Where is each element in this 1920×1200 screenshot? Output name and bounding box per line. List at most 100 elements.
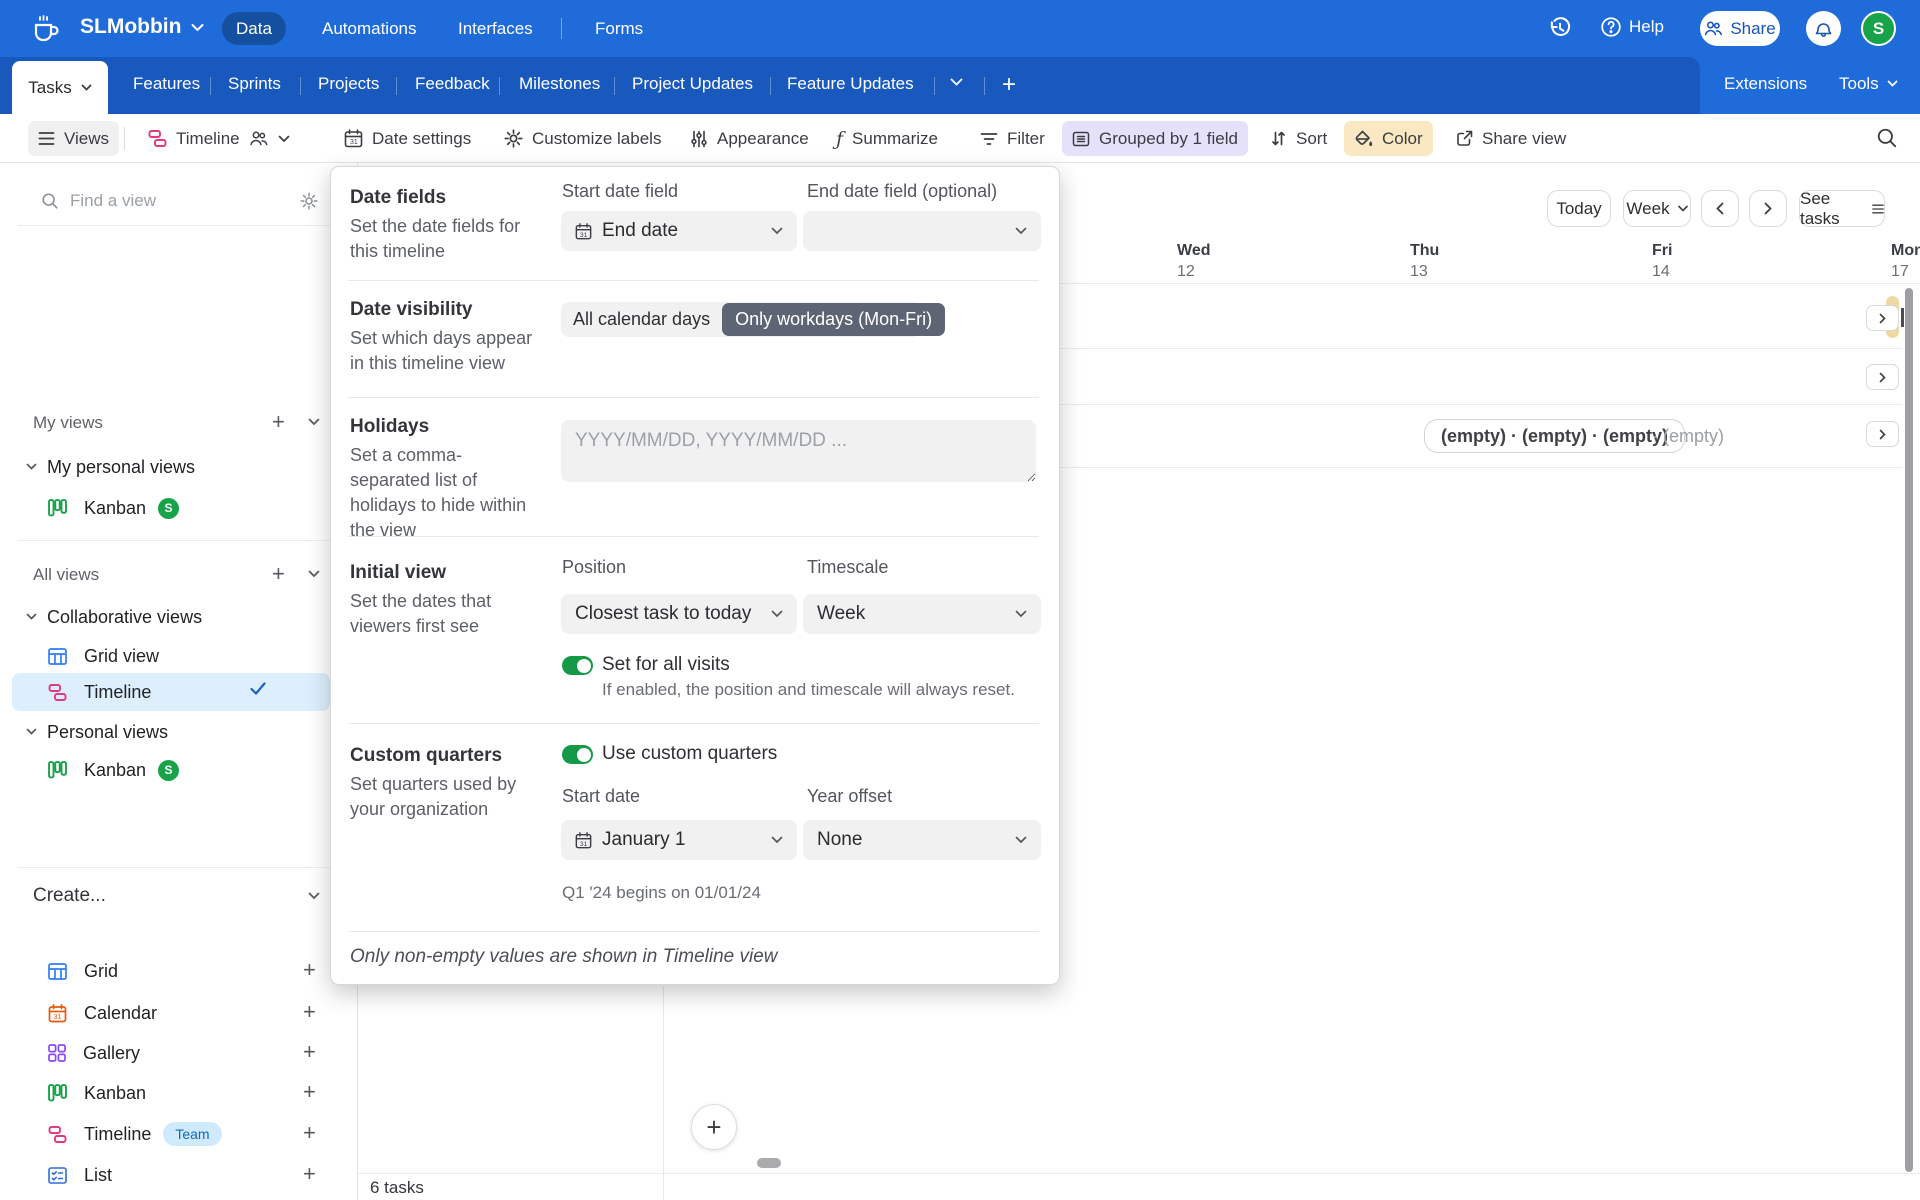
add-list-view-button[interactable]: + bbox=[303, 1163, 316, 1185]
list-view-icon bbox=[48, 1167, 67, 1184]
create-item-gallery[interactable]: Gallery + bbox=[0, 1034, 358, 1072]
group-button[interactable]: Grouped by 1 field bbox=[1062, 121, 1248, 156]
add-kanban-view-button[interactable]: + bbox=[303, 1081, 316, 1103]
prev-period-button[interactable] bbox=[1701, 190, 1739, 227]
view-item-label: Grid view bbox=[84, 646, 159, 667]
add-timeline-view-button[interactable]: + bbox=[303, 1122, 316, 1144]
holidays-textarea[interactable] bbox=[561, 420, 1036, 482]
tab-project-updates[interactable]: Project Updates bbox=[632, 74, 753, 94]
add-grid-view-button[interactable]: + bbox=[303, 959, 316, 981]
sort-button[interactable]: Sort bbox=[1260, 121, 1337, 156]
history-icon[interactable] bbox=[1548, 16, 1572, 40]
tab-tasks[interactable]: Tasks bbox=[12, 61, 108, 114]
find-view-input[interactable] bbox=[70, 191, 270, 211]
view-item-kanban-shared[interactable]: Kanban S bbox=[0, 751, 358, 789]
nav-item-interfaces[interactable]: Interfaces bbox=[444, 12, 547, 45]
set-for-all-visits-toggle[interactable] bbox=[562, 656, 593, 675]
date-settings-button[interactable]: 31 Date settings bbox=[334, 121, 481, 156]
tab-features[interactable]: Features bbox=[133, 74, 200, 94]
section-desc: Set the date fields for this timeline bbox=[350, 214, 542, 264]
start-date-label: Start date bbox=[562, 786, 640, 807]
summarize-button[interactable]: ƒ Summarize bbox=[826, 121, 948, 156]
end-date-field-select[interactable] bbox=[803, 211, 1041, 251]
add-my-view-button[interactable]: + bbox=[272, 411, 285, 433]
timescale-button[interactable]: Week bbox=[1623, 190, 1691, 227]
tab-projects[interactable]: Projects bbox=[318, 74, 379, 94]
tab-feature-updates[interactable]: Feature Updates bbox=[787, 74, 914, 94]
day-header-name: Wed bbox=[1177, 242, 1210, 260]
position-select[interactable]: Closest task to today bbox=[561, 594, 797, 634]
empty-group-pill[interactable]: (empty) · (empty) · (empty) bbox=[1424, 419, 1685, 453]
share-view-button[interactable]: Share view bbox=[1446, 121, 1576, 156]
add-record-fab[interactable]: + bbox=[691, 1104, 737, 1150]
expand-group-row-button[interactable] bbox=[1866, 364, 1899, 390]
add-view-button[interactable]: + bbox=[272, 563, 285, 585]
view-item-label: Timeline bbox=[84, 682, 151, 703]
workspace-logo-cup-icon[interactable] bbox=[30, 14, 62, 44]
add-gallery-view-button[interactable]: + bbox=[303, 1041, 316, 1063]
nav-item-forms[interactable]: Forms bbox=[581, 12, 657, 45]
add-calendar-view-button[interactable]: + bbox=[303, 1001, 316, 1023]
personal-view-badge: S bbox=[158, 498, 179, 519]
create-item-kanban[interactable]: Kanban + bbox=[0, 1074, 358, 1112]
current-view-menu[interactable]: Timeline bbox=[138, 121, 300, 156]
vertical-scrollbar[interactable] bbox=[1905, 288, 1913, 1172]
tab-tasks-label: Tasks bbox=[28, 78, 71, 98]
today-button[interactable]: Today bbox=[1547, 190, 1611, 227]
collapse-my-views-chevron-icon[interactable] bbox=[308, 418, 320, 426]
nav-item-data[interactable]: Data bbox=[222, 12, 286, 45]
tab-feedback[interactable]: Feedback bbox=[415, 74, 490, 94]
appearance-button[interactable]: Appearance bbox=[680, 121, 819, 156]
view-settings-gear-icon[interactable] bbox=[300, 192, 318, 210]
notifications-button[interactable] bbox=[1806, 11, 1841, 46]
create-item-list[interactable]: List + bbox=[0, 1156, 358, 1194]
view-item-timeline-selected[interactable]: Timeline bbox=[0, 673, 358, 711]
calendar-icon: 31 bbox=[575, 223, 592, 240]
extensions-button[interactable]: Extensions bbox=[1724, 74, 1807, 94]
views-sidebar-toggle-button[interactable]: Views bbox=[28, 121, 119, 156]
tab-sprints[interactable]: Sprints bbox=[228, 74, 281, 94]
share-button[interactable]: Share bbox=[1700, 11, 1780, 46]
start-date-field-label: Start date field bbox=[562, 181, 678, 202]
next-period-button[interactable] bbox=[1749, 190, 1787, 227]
expand-group-row-button[interactable] bbox=[1866, 421, 1899, 447]
create-item-calendar[interactable]: 31 Calendar + bbox=[0, 994, 358, 1032]
use-custom-quarters-toggle[interactable] bbox=[562, 745, 593, 764]
filter-button[interactable]: Filter bbox=[970, 121, 1055, 156]
view-item-kanban-personal[interactable]: Kanban S bbox=[0, 489, 358, 527]
customize-labels-button[interactable]: Customize labels bbox=[494, 121, 671, 156]
position-label: Position bbox=[562, 557, 626, 578]
group-my-personal-views[interactable]: My personal views bbox=[0, 448, 358, 486]
search-icon[interactable] bbox=[1876, 127, 1898, 149]
year-offset-select[interactable]: None bbox=[803, 820, 1041, 860]
quarter-start-date-select[interactable]: 31 January 1 bbox=[561, 820, 797, 860]
group-personal-views[interactable]: Personal views bbox=[0, 713, 358, 751]
option-only-workdays[interactable]: Only workdays (Mon-Fri) bbox=[722, 303, 945, 336]
add-table-button[interactable]: + bbox=[1002, 71, 1016, 99]
create-item-label: List bbox=[84, 1165, 112, 1186]
chevron-down-icon bbox=[1015, 836, 1027, 844]
create-item-grid[interactable]: Grid + bbox=[0, 952, 358, 990]
collapse-create-chevron-icon[interactable] bbox=[308, 892, 320, 900]
horizontal-scrollbar[interactable] bbox=[757, 1158, 781, 1168]
collapse-all-views-chevron-icon[interactable] bbox=[308, 570, 320, 578]
tools-button[interactable]: Tools bbox=[1839, 74, 1898, 94]
user-avatar[interactable]: S bbox=[1861, 11, 1896, 46]
create-section-header[interactable]: Create... bbox=[0, 877, 358, 915]
tab-milestones[interactable]: Milestones bbox=[519, 74, 600, 94]
view-item-grid-view[interactable]: Grid view bbox=[0, 637, 358, 675]
nav-separator bbox=[561, 18, 562, 39]
see-tasks-button[interactable]: See tasks bbox=[1799, 190, 1885, 227]
start-date-field-select[interactable]: 31 End date bbox=[561, 211, 797, 251]
group-collaborative-views[interactable]: Collaborative views bbox=[0, 598, 358, 636]
create-item-timeline[interactable]: Timeline Team + bbox=[0, 1115, 358, 1153]
tabs-overflow-chevron-icon[interactable] bbox=[950, 78, 963, 87]
color-button[interactable]: Color bbox=[1344, 121, 1433, 156]
section-desc: Set a comma-separated list of holidays t… bbox=[350, 443, 542, 543]
timescale-select[interactable]: Week bbox=[803, 594, 1041, 634]
nav-item-automations[interactable]: Automations bbox=[308, 12, 431, 45]
option-all-calendar-days[interactable]: All calendar days bbox=[561, 309, 722, 330]
workspace-name[interactable]: SLMobbin bbox=[80, 15, 204, 39]
help-button[interactable]: Help bbox=[1600, 16, 1664, 38]
expand-group-row-button[interactable] bbox=[1866, 305, 1899, 331]
